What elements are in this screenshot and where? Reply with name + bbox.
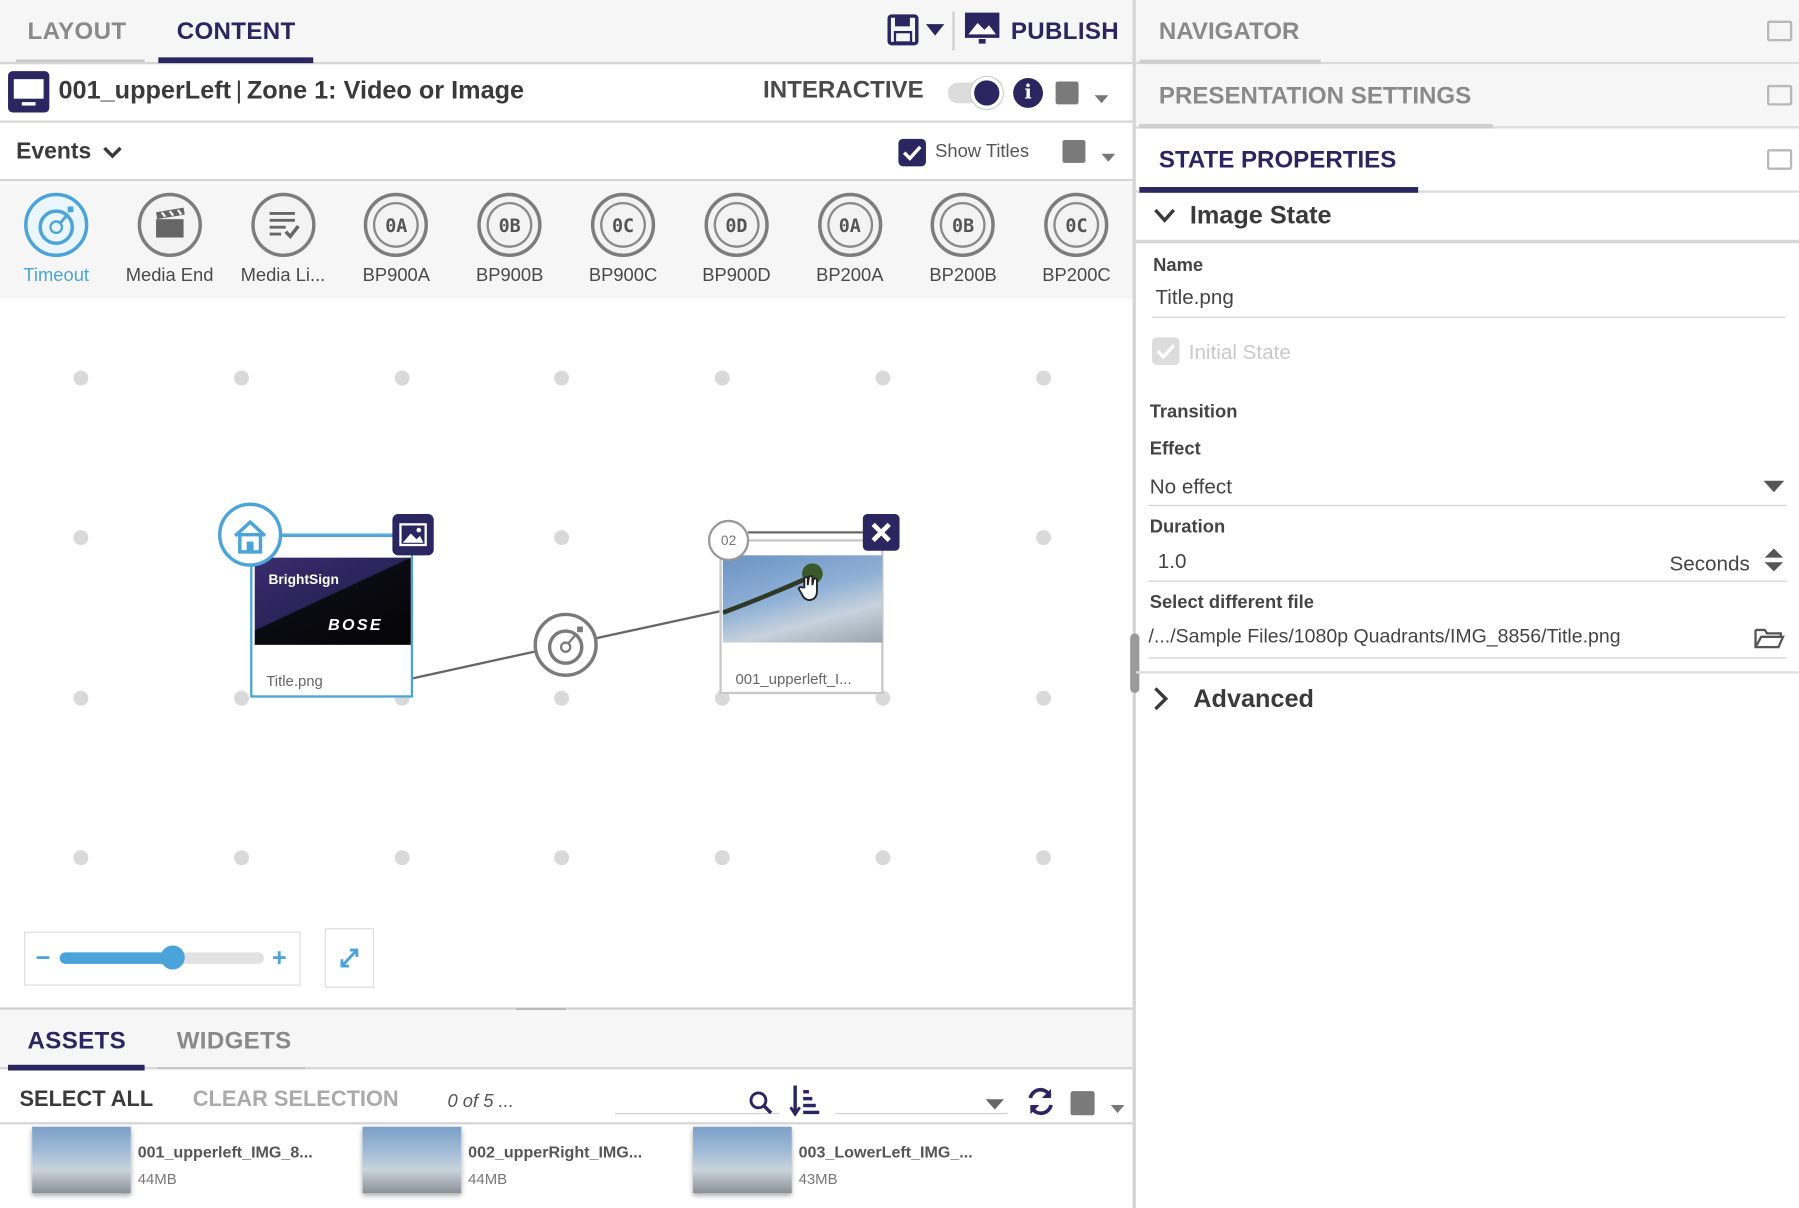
state-label: Title.png xyxy=(266,672,323,690)
transition-label: Transition xyxy=(1149,402,1238,423)
file-underline xyxy=(1148,657,1787,659)
asset-size: 44MB xyxy=(137,1170,177,1188)
effect-caret-icon[interactable] xyxy=(1762,480,1785,494)
zoom-slider-handle[interactable] xyxy=(160,945,185,970)
duration-underline xyxy=(1148,580,1787,582)
state-properties-header[interactable]: STATE PROPERTIES xyxy=(1135,128,1799,193)
asset-item[interactable]: 001_upperleft_IMG_8... 44MB xyxy=(32,1126,353,1196)
asset-name: 003_LowerLeft_IMG_... xyxy=(798,1142,973,1162)
search-icon[interactable] xyxy=(748,1090,773,1121)
asset-name: 002_upperRight_IMG... xyxy=(468,1142,643,1162)
bottom-tab-bar xyxy=(0,1009,1133,1070)
tab-widgets-underline xyxy=(157,1067,306,1070)
advanced-section[interactable]: Advanced xyxy=(1193,684,1314,714)
effect-select[interactable]: No effect xyxy=(1150,475,1232,499)
duration-input[interactable]: 1.0 xyxy=(1158,550,1187,574)
navigator-header[interactable]: NAVIGATOR xyxy=(1135,0,1799,65)
asset-item[interactable]: 002_upperRight_IMG... 44MB xyxy=(362,1126,684,1196)
expand-icon xyxy=(340,948,359,968)
effect-label: Effect xyxy=(1149,439,1201,459)
duration-unit: Seconds xyxy=(1669,551,1750,575)
close-icon[interactable] xyxy=(862,514,900,551)
select-all-button[interactable]: SELECT ALL xyxy=(20,1088,154,1113)
sort-icon[interactable] xyxy=(789,1083,821,1123)
asset-item[interactable]: 003_LowerLeft_IMG_... 43MB xyxy=(693,1126,1014,1196)
asset-name: 001_upperleft_IMG_8... xyxy=(137,1142,313,1162)
initial-state-home-icon[interactable] xyxy=(218,502,283,567)
fit-to-screen-button[interactable] xyxy=(324,928,375,988)
initial-state-label: Initial State xyxy=(1188,340,1291,364)
duration-label: Duration xyxy=(1149,517,1226,537)
navigator-expand-icon[interactable] xyxy=(1766,20,1793,42)
zoom-slider-fill xyxy=(59,952,172,964)
refresh-icon[interactable] xyxy=(1025,1085,1057,1123)
presentation-settings-title: PRESENTATION SETTINGS xyxy=(1158,82,1472,110)
assets-menu-icon[interactable] xyxy=(1070,1091,1095,1116)
clear-selection-button[interactable]: CLEAR SELECTION xyxy=(193,1088,399,1113)
assets-toolbar xyxy=(0,1071,1133,1125)
state-order-badge: 02 xyxy=(707,519,750,562)
folder-open-icon[interactable] xyxy=(1753,625,1785,650)
file-path-input[interactable]: /.../Sample Files/1080p Quadrants/IMG_88… xyxy=(1149,625,1621,648)
state-node-upperleft[interactable]: 001_upperleft_I... xyxy=(719,539,884,695)
state-properties-expand-icon[interactable] xyxy=(1766,149,1793,170)
chevron-down-icon xyxy=(1154,208,1176,223)
name-input-underline xyxy=(1151,316,1786,318)
divider-handle[interactable] xyxy=(1130,633,1140,694)
timeout-transition-icon[interactable] xyxy=(533,612,598,677)
tab-assets[interactable]: ASSETS xyxy=(28,1028,126,1056)
logo-text: BOSE xyxy=(328,615,383,634)
checkmark-icon xyxy=(1156,344,1176,360)
state-properties-underline xyxy=(1139,187,1419,193)
asset-thumbnail xyxy=(362,1126,462,1194)
asset-thumbnail xyxy=(32,1126,131,1194)
transition-lines xyxy=(279,531,863,698)
tab-widgets[interactable]: WIDGETS xyxy=(177,1028,292,1056)
brand-text: BrightSign xyxy=(268,571,339,588)
name-label: Name xyxy=(1153,255,1204,276)
presentation-settings-expand-icon[interactable] xyxy=(1766,84,1793,106)
file-label: Select different file xyxy=(1149,593,1314,613)
chevron-right-icon[interactable] xyxy=(1152,686,1170,711)
name-input[interactable]: Title.png xyxy=(1155,286,1233,310)
state-label: 001_upperleft_I... xyxy=(735,670,852,688)
stepper-icon[interactable] xyxy=(1762,546,1785,574)
initial-state-checkbox[interactable] xyxy=(1151,337,1180,365)
asset-thumbnail xyxy=(693,1126,792,1194)
zoom-out-icon[interactable]: − xyxy=(36,943,51,973)
assets-menu-caret-icon[interactable] xyxy=(1110,1099,1126,1120)
effect-underline xyxy=(1148,504,1787,507)
state-properties-title: STATE PROPERTIES xyxy=(1158,146,1397,174)
sort-select[interactable] xyxy=(835,1112,1008,1115)
sort-caret-icon[interactable] xyxy=(984,1096,1005,1117)
navigator-title: NAVIGATOR xyxy=(1158,18,1300,45)
app-window: LAYOUT CONTENT PUBLISH 001_upperLeft | Zon… xyxy=(0,0,1799,1208)
asset-size: 44MB xyxy=(468,1170,508,1188)
presentation-settings-header[interactable]: PRESENTATION SETTINGS xyxy=(1135,64,1799,129)
image-type-icon xyxy=(392,514,434,556)
asset-size: 43MB xyxy=(798,1170,838,1188)
state-thumbnail: BrightSign BOSE xyxy=(254,557,411,645)
image-state-title: Image State xyxy=(1189,200,1332,230)
selection-count: 0 of 5 ... xyxy=(447,1092,514,1112)
section-rule xyxy=(1135,671,1799,674)
zoom-in-icon[interactable]: + xyxy=(272,943,287,973)
tab-assets-underline xyxy=(8,1064,145,1071)
hand-cursor-icon xyxy=(796,574,824,604)
